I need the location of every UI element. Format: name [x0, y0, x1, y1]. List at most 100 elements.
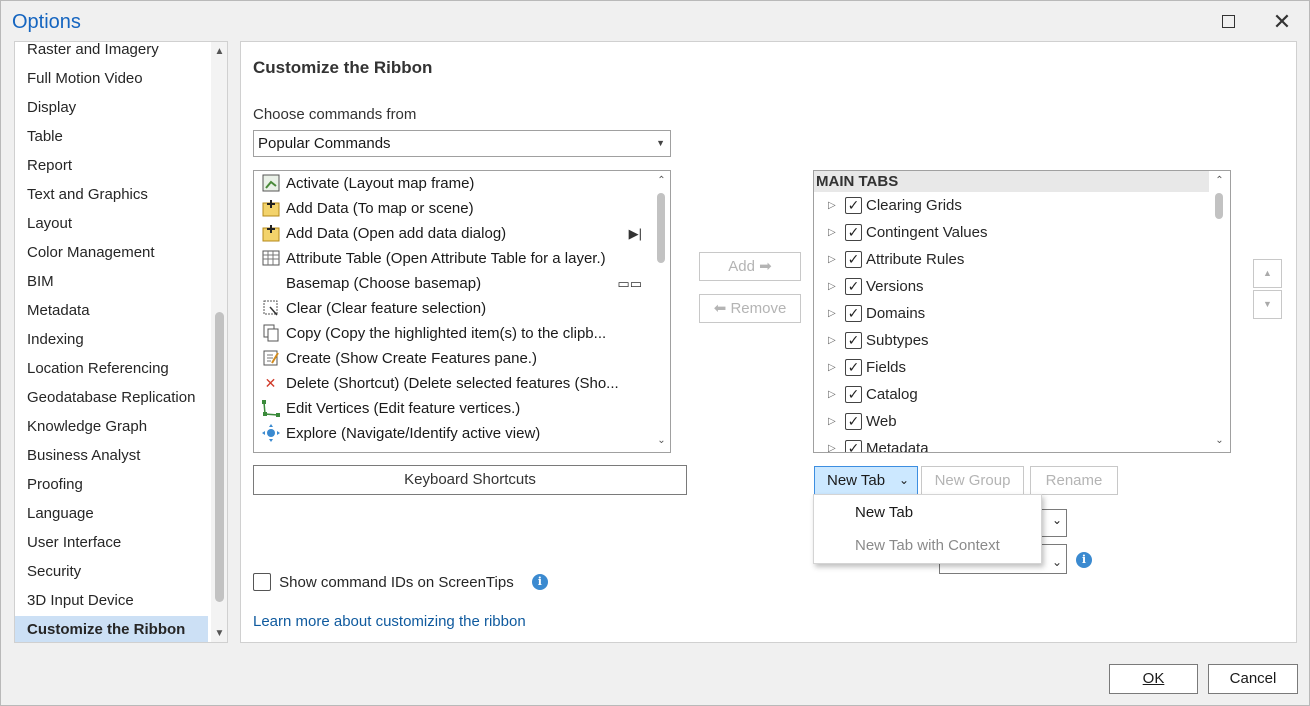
tab-checkbox[interactable]: ✓: [845, 332, 862, 349]
chevron-down-icon[interactable]: ⌄: [899, 467, 909, 494]
expand-icon[interactable]: ▷: [828, 219, 836, 246]
tab-checkbox[interactable]: ✓: [845, 440, 862, 452]
expand-icon[interactable]: ▷: [828, 192, 836, 219]
tree-item[interactable]: ▷ ✓ Fields: [814, 354, 1209, 381]
sidebar-item-raster[interactable]: Raster and Imagery: [15, 42, 208, 64]
cancel-button[interactable]: Cancel: [1208, 664, 1298, 694]
tab-checkbox[interactable]: ✓: [845, 224, 862, 241]
scroll-down-icon[interactable]: ⌄: [1211, 433, 1228, 449]
sidebar-item-report[interactable]: Report: [15, 152, 208, 180]
tree-item[interactable]: ▷ ✓ Clearing Grids: [814, 192, 1209, 219]
sidebar-item-knowledge-graph[interactable]: Knowledge Graph: [15, 413, 208, 441]
maximize-button[interactable]: [1213, 7, 1243, 37]
scroll-down-icon[interactable]: ⌄: [653, 433, 670, 449]
move-up-button[interactable]: ▲: [1253, 259, 1282, 288]
sidebar-item-3d-input[interactable]: 3D Input Device: [15, 587, 208, 615]
tabs-scrollbar[interactable]: ⌃ ⌄: [1211, 171, 1228, 452]
learn-more-link[interactable]: Learn more about customizing the ribbon: [253, 613, 526, 630]
tree-item[interactable]: ▷ ✓ Catalog: [814, 381, 1209, 408]
list-item[interactable]: Explore (Navigate/Identify active view): [254, 421, 652, 446]
sidebar-item-color-management[interactable]: Color Management: [15, 239, 208, 267]
expand-icon[interactable]: ▷: [828, 381, 836, 408]
sidebar-item-geodatabase-replication[interactable]: Geodatabase Replication: [15, 384, 208, 412]
sidebar-item-language[interactable]: Language: [15, 500, 208, 528]
sidebar-scrollbar[interactable]: ▲ ▼: [211, 42, 227, 642]
main-tabs-tree[interactable]: MAIN TABS ▷ ✓ Clearing Grids ▷ ✓ Contingent …: [813, 170, 1231, 453]
expand-icon[interactable]: ▷: [828, 246, 836, 273]
ok-button[interactable]: OK: [1109, 664, 1198, 694]
new-group-button[interactable]: New Group: [921, 466, 1024, 495]
tab-checkbox[interactable]: ✓: [845, 278, 862, 295]
scrollbar-thumb[interactable]: [215, 312, 224, 602]
rename-button[interactable]: Rename: [1030, 466, 1118, 495]
list-item[interactable]: Clear (Clear feature selection): [254, 296, 652, 321]
tree-item[interactable]: ▷ ✓ Versions: [814, 273, 1209, 300]
move-down-button[interactable]: ▼: [1253, 290, 1282, 319]
tab-checkbox[interactable]: ✓: [845, 305, 862, 322]
expand-icon[interactable]: ▷: [828, 354, 836, 381]
sidebar-item-customize-ribbon[interactable]: Customize the Ribbon: [15, 616, 208, 642]
scroll-up-icon[interactable]: ▲: [211, 44, 227, 60]
sidebar-item-bim[interactable]: BIM: [15, 268, 208, 296]
sidebar-item-layout[interactable]: Layout: [15, 210, 208, 238]
list-item[interactable]: Add Data (Open add data dialog) ▶|: [254, 221, 652, 246]
explore-icon: [261, 424, 280, 443]
list-item[interactable]: Edit Vertices (Edit feature vertices.): [254, 396, 652, 421]
sidebar-item-business-analyst[interactable]: Business Analyst: [15, 442, 208, 470]
expand-icon[interactable]: ▷: [828, 327, 836, 354]
tab-checkbox[interactable]: ✓: [845, 413, 862, 430]
list-item[interactable]: Activate (Layout map frame): [254, 171, 652, 196]
tree-item[interactable]: ▷ ✓ Web: [814, 408, 1209, 435]
info-icon[interactable]: i: [531, 574, 548, 591]
sidebar-item-security[interactable]: Security: [15, 558, 208, 586]
expand-icon[interactable]: ▷: [828, 408, 836, 435]
sidebar-item-display[interactable]: Display: [15, 94, 208, 122]
scroll-down-icon[interactable]: ▼: [211, 626, 227, 642]
sidebar-item-fmv[interactable]: Full Motion Video: [15, 65, 208, 93]
info-icon[interactable]: i: [1076, 552, 1092, 568]
commands-list[interactable]: Activate (Layout map frame) Add Data (To…: [253, 170, 671, 453]
list-item[interactable]: Attribute Table (Open Attribute Table fo…: [254, 246, 652, 271]
expand-icon[interactable]: ▷: [828, 435, 836, 452]
list-item[interactable]: Create (Show Create Features pane.): [254, 346, 652, 371]
sidebar-item-table[interactable]: Table: [15, 123, 208, 151]
scroll-up-icon[interactable]: ⌃: [1211, 173, 1228, 189]
expand-icon[interactable]: ▷: [828, 273, 836, 300]
commands-scrollbar[interactable]: ⌃ ⌄: [653, 171, 670, 452]
list-item[interactable]: Copy (Copy the highlighted item(s) to th…: [254, 321, 652, 346]
list-item[interactable]: Basemap (Choose basemap) ▭▭: [254, 271, 652, 296]
menu-item-new-tab-context[interactable]: New Tab with Context: [814, 530, 1041, 562]
sidebar-item-proofing[interactable]: Proofing: [15, 471, 208, 499]
choose-commands-dropdown[interactable]: Popular Commands ▼: [253, 130, 671, 157]
tab-label: Catalog: [866, 386, 918, 403]
tree-item[interactable]: ▷ ✓ Contingent Values: [814, 219, 1209, 246]
sidebar-item-location-referencing[interactable]: Location Referencing: [15, 355, 208, 383]
scrollbar-thumb[interactable]: [1215, 193, 1223, 219]
sidebar-item-user-interface[interactable]: User Interface: [15, 529, 208, 557]
command-label: Edit Vertices (Edit feature vertices.): [286, 400, 521, 417]
tab-checkbox[interactable]: ✓: [845, 386, 862, 403]
list-item[interactable]: Add Data (To map or scene): [254, 196, 652, 221]
expand-icon[interactable]: ▷: [828, 300, 836, 327]
sidebar-item-indexing[interactable]: Indexing: [15, 326, 208, 354]
remove-button[interactable]: ⬅ Remove: [699, 294, 801, 323]
scrollbar-thumb[interactable]: [657, 193, 665, 263]
add-button[interactable]: Add ➡: [699, 252, 801, 281]
tree-item[interactable]: ▷ ✓ Metadata: [814, 435, 1209, 452]
keyboard-shortcuts-button[interactable]: Keyboard Shortcuts: [253, 465, 687, 495]
sidebar-item-text-graphics[interactable]: Text and Graphics: [15, 181, 208, 209]
tree-item[interactable]: ▷ ✓ Domains: [814, 300, 1209, 327]
menu-item-new-tab[interactable]: New Tab: [814, 497, 1041, 529]
sidebar-item-metadata[interactable]: Metadata: [15, 297, 208, 325]
show-command-ids-row[interactable]: Show command IDs on ScreenTips i: [253, 573, 548, 595]
tab-checkbox[interactable]: ✓: [845, 197, 862, 214]
close-button[interactable]: ✕: [1267, 7, 1297, 37]
tree-item[interactable]: ▷ ✓ Subtypes: [814, 327, 1209, 354]
tab-checkbox[interactable]: ✓: [845, 251, 862, 268]
show-command-ids-checkbox[interactable]: [253, 573, 271, 592]
tab-checkbox[interactable]: ✓: [845, 359, 862, 376]
list-item[interactable]: ✕ Delete (Shortcut) (Delete selected fea…: [254, 371, 652, 396]
new-tab-split-button[interactable]: New Tab ⌄: [814, 466, 918, 495]
tree-item[interactable]: ▷ ✓ Attribute Rules: [814, 246, 1209, 273]
scroll-up-icon[interactable]: ⌃: [653, 173, 670, 189]
